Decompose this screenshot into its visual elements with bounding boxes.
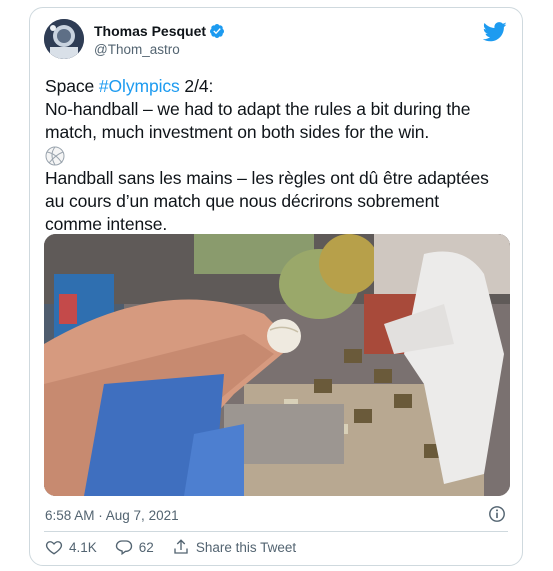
volleyball-icon	[45, 146, 65, 166]
like-count: 4.1K	[69, 539, 97, 555]
info-icon[interactable]	[488, 505, 506, 523]
reply-button[interactable]: 62	[115, 538, 154, 556]
text-prefix: Space	[45, 76, 99, 96]
tweet-text: Space #Olympics 2/4: No-handball – we ha…	[45, 75, 515, 236]
share-button[interactable]: Share this Tweet	[172, 538, 296, 556]
action-divider	[44, 531, 508, 532]
space-station-scene-image	[44, 234, 510, 496]
reply-icon	[115, 540, 132, 556]
avatar-image	[44, 19, 84, 59]
share-icon	[174, 539, 188, 554]
like-button[interactable]: 4.1K	[45, 538, 97, 556]
hashtag-link[interactable]: #Olympics	[99, 76, 180, 96]
author-name[interactable]: Thomas Pesquet	[94, 23, 206, 39]
volleyball-emoji-line	[45, 144, 515, 167]
twitter-bird-icon[interactable]	[483, 21, 507, 43]
text-suffix: 2/4:	[179, 76, 214, 96]
author-handle[interactable]: @Thom_astro	[94, 42, 180, 57]
verified-badge-icon	[210, 24, 225, 38]
tweet-line-en-2: match, much investment on both sides for…	[45, 122, 430, 142]
tweet-line-fr-1: Handball sans les mains – les règles ont…	[45, 168, 489, 188]
tweet-media-video[interactable]	[44, 234, 510, 496]
share-label: Share this Tweet	[195, 539, 297, 555]
tweet-timestamp[interactable]: 6:58 AM · Aug 7, 2021	[45, 508, 179, 523]
timestamp-text[interactable]: 6:58 AM · Aug 7, 2021	[45, 508, 179, 523]
tweet-line-fr-2: au cours d’un match que nous décrirons s…	[45, 191, 440, 211]
tweet-first-line: Space #Olympics 2/4:	[45, 75, 515, 98]
heart-icon	[45, 541, 63, 555]
tweet-line-fr-3: comme intense.	[45, 214, 168, 234]
tweet-card[interactable]: Thomas Pesquet @Thom_astro Space #Olympi…	[29, 7, 523, 566]
avatar[interactable]	[44, 19, 84, 59]
tweet-line-en-1: No-handball – we had to adapt the rules …	[45, 99, 471, 119]
action-bar: 4.1K 62 Share this Tweet	[45, 538, 314, 556]
reply-count: 62	[138, 539, 154, 555]
